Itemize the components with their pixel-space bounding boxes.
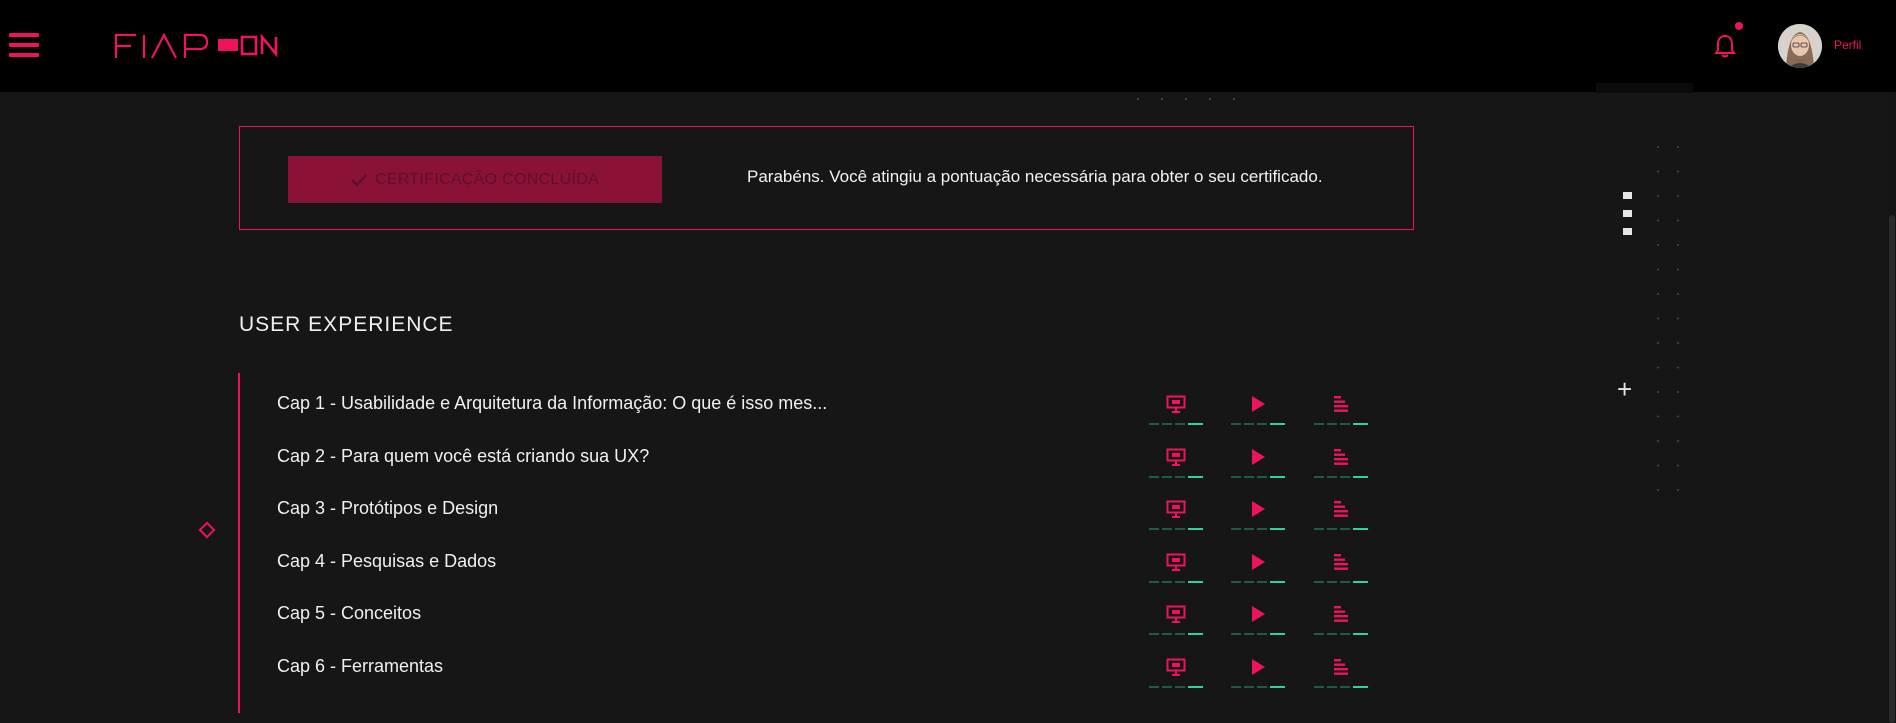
text-button[interactable]	[1314, 600, 1368, 638]
decorative-dots	[1137, 98, 1235, 100]
progress-dashes	[1231, 423, 1285, 425]
progress-dashes	[1314, 528, 1368, 531]
chapter-title[interactable]: Cap 6 - Ferramentas	[277, 656, 443, 677]
play-icon	[1252, 501, 1265, 518]
chapter-row[interactable]: Cap 2 - Para quem você está criando sua …	[277, 436, 1377, 486]
chapter-title[interactable]: Cap 4 - Pesquisas e Dados	[277, 551, 496, 572]
chapter-row[interactable]: Cap 1 - Usabilidade e Arquitetura da Inf…	[277, 383, 1377, 433]
progress-dashes	[1149, 423, 1203, 425]
hamburger-icon[interactable]	[9, 33, 39, 59]
progress-dashes	[1149, 528, 1203, 531]
text-icon	[1334, 501, 1348, 518]
fiap-on-logo[interactable]	[114, 32, 284, 60]
kebab-icon[interactable]	[1621, 192, 1635, 246]
progress-dashes	[1314, 686, 1368, 688]
chapter-title[interactable]: Cap 2 - Para quem você está criando sua …	[277, 446, 649, 467]
text-icon	[1334, 553, 1348, 570]
presentation-icon	[1166, 605, 1186, 624]
presentation-button[interactable]	[1149, 653, 1203, 691]
progress-dashes	[1314, 475, 1368, 478]
presentation-icon	[1166, 658, 1186, 676]
play-icon	[1252, 553, 1265, 570]
text-button[interactable]	[1314, 495, 1368, 533]
progress-dashes	[1314, 423, 1368, 425]
diamond-icon	[198, 521, 216, 539]
play-button[interactable]	[1231, 653, 1285, 691]
play-button[interactable]	[1231, 495, 1285, 533]
profile-link[interactable]: Perfil	[1834, 38, 1861, 52]
progress-dashes	[1231, 528, 1285, 531]
certificate-message: Parabéns. Você atingiu a pontuação neces…	[747, 167, 1323, 186]
rail-header	[1596, 83, 1693, 93]
play-button[interactable]	[1231, 548, 1285, 586]
chapter-row[interactable]: Cap 3 - Protótipos e Design	[277, 488, 1377, 538]
presentation-button[interactable]	[1149, 600, 1203, 638]
progress-dashes	[1314, 633, 1368, 636]
progress-dashes	[1149, 686, 1203, 688]
presentation-icon	[1166, 395, 1186, 413]
notification-badge	[1735, 22, 1743, 30]
certificate-panel: CERTIFICAÇÃO CONCLUÍDA Parabéns. Você at…	[239, 126, 1414, 230]
chapter-title[interactable]: Cap 3 - Protótipos e Design	[277, 498, 498, 519]
play-button[interactable]	[1231, 443, 1285, 481]
chapter-row[interactable]: Cap 4 - Pesquisas e Dados	[277, 541, 1377, 591]
certificate-button-label: CERTIFICAÇÃO CONCLUÍDA	[374, 170, 600, 188]
progress-dashes	[1231, 475, 1285, 478]
plus-icon[interactable]: +	[1617, 376, 1632, 402]
progress-dashes	[1149, 475, 1203, 478]
progress-dashes	[1149, 580, 1203, 583]
play-button[interactable]	[1231, 600, 1285, 638]
progress-dashes	[1231, 633, 1285, 636]
text-button[interactable]	[1314, 390, 1368, 428]
play-icon	[1252, 606, 1265, 623]
presentation-button[interactable]	[1149, 548, 1203, 586]
progress-dashes	[1149, 633, 1203, 636]
chapter-row[interactable]: Cap 5 - Conceitos	[277, 593, 1377, 643]
play-icon	[1252, 396, 1265, 412]
presentation-icon	[1166, 553, 1186, 571]
text-button[interactable]	[1314, 653, 1368, 691]
bell-icon[interactable]	[1713, 33, 1737, 59]
certificate-completed-button[interactable]: CERTIFICAÇÃO CONCLUÍDA	[288, 156, 662, 203]
text-button[interactable]	[1314, 443, 1368, 481]
chapters-timeline	[238, 373, 240, 713]
decorative-dot-grid	[1657, 146, 1679, 491]
chapter-title[interactable]: Cap 5 - Conceitos	[277, 603, 421, 624]
presentation-button[interactable]	[1149, 390, 1203, 428]
presentation-icon	[1166, 500, 1186, 519]
presentation-button[interactable]	[1149, 495, 1203, 533]
scrollbar-thumb[interactable]	[1889, 215, 1895, 723]
play-button[interactable]	[1231, 390, 1285, 428]
text-button[interactable]	[1314, 548, 1368, 586]
text-icon	[1334, 448, 1348, 465]
text-icon	[1334, 659, 1348, 675]
presentation-icon	[1166, 448, 1186, 466]
play-icon	[1252, 659, 1265, 675]
course-title: USER EXPERIENCE	[239, 313, 454, 336]
progress-dashes	[1231, 580, 1285, 583]
check-icon	[351, 173, 367, 187]
progress-dashes	[1231, 686, 1285, 688]
text-icon	[1334, 606, 1348, 623]
play-icon	[1252, 448, 1265, 465]
progress-dashes	[1314, 580, 1368, 583]
top-bar: Perfil	[0, 0, 1896, 92]
presentation-button[interactable]	[1149, 443, 1203, 481]
chapter-row[interactable]: Cap 6 - Ferramentas	[277, 646, 1377, 696]
text-icon	[1334, 396, 1348, 412]
chapter-title[interactable]: Cap 1 - Usabilidade e Arquitetura da Inf…	[277, 393, 827, 414]
avatar[interactable]	[1778, 24, 1822, 68]
